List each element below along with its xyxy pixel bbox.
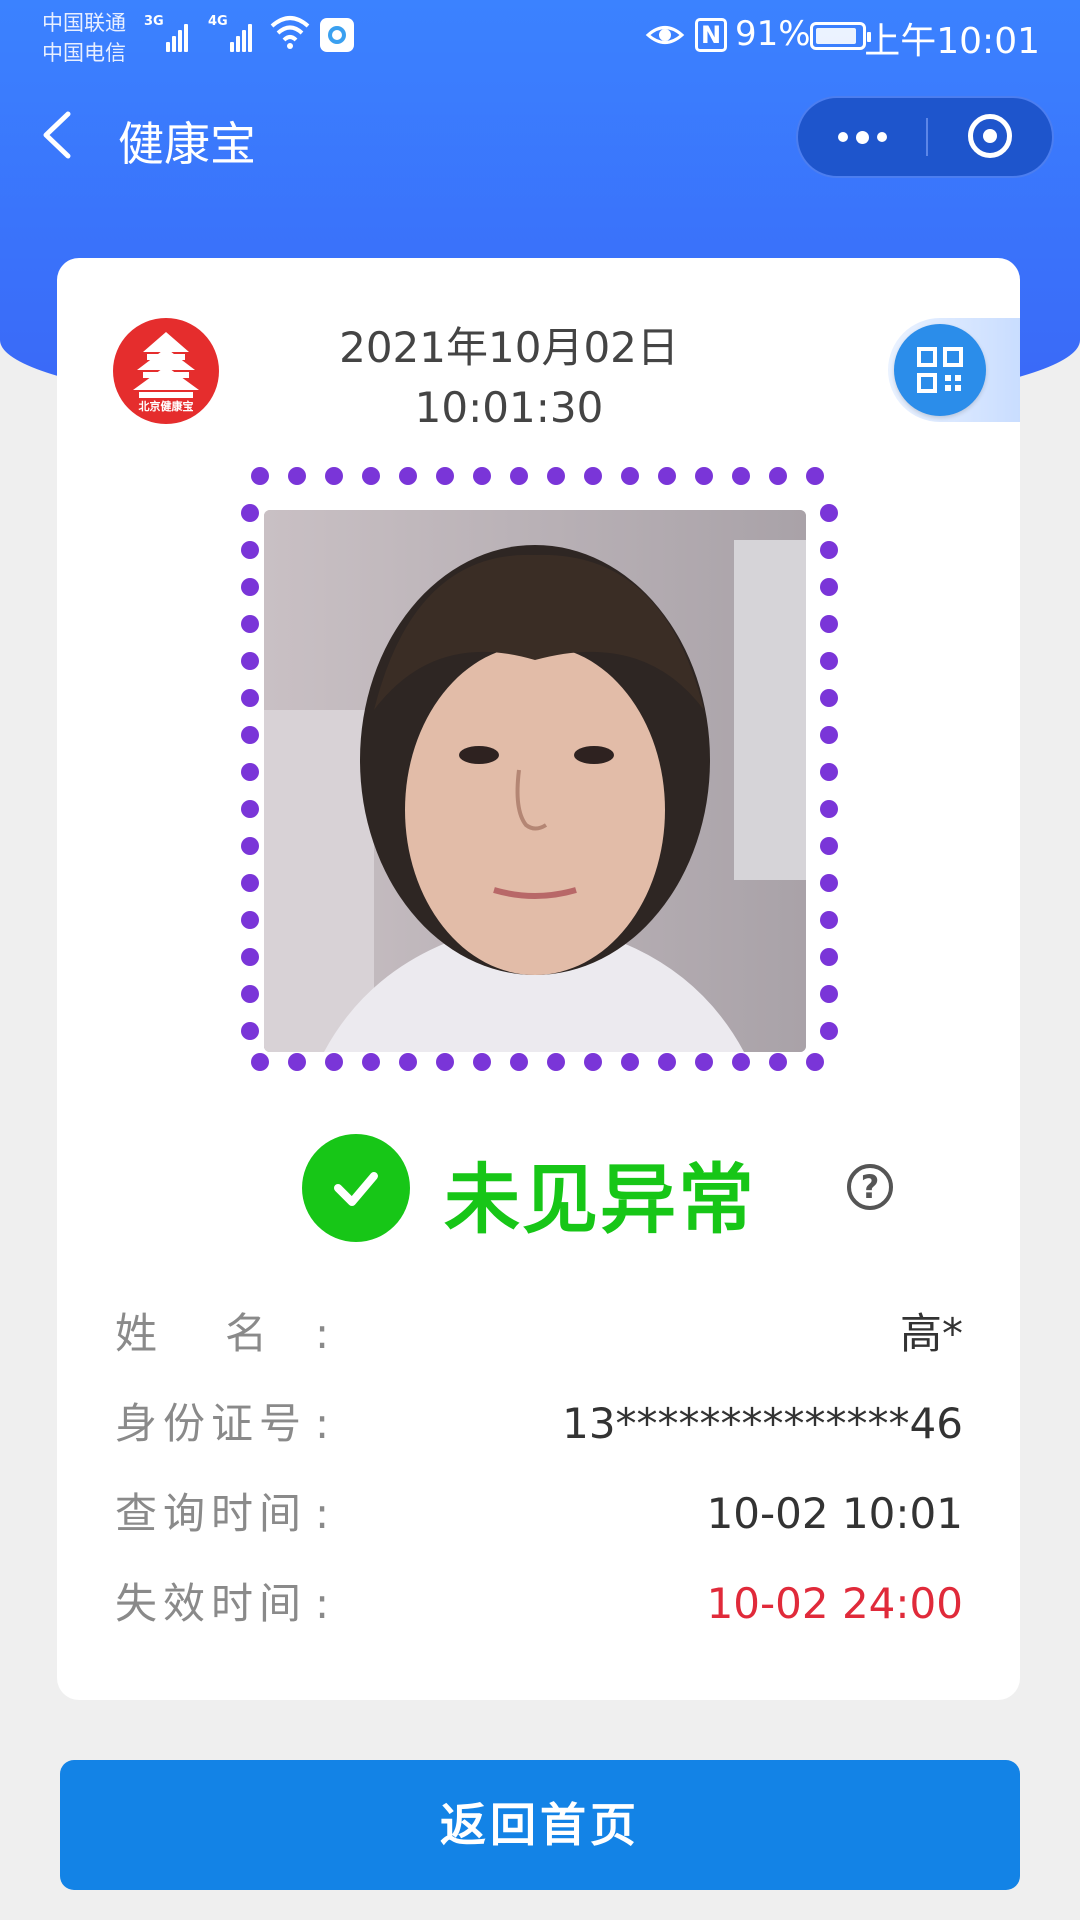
page-title: 健康宝 [118,117,256,171]
beijing-health-logo: 北京健康宝 [113,318,219,424]
field-colon: : [315,1489,330,1538]
field-value: 高* [899,1309,963,1358]
field-label: 失效时间 [115,1579,308,1628]
field-colon: : [315,1579,330,1628]
capsule-divider [926,118,928,156]
network-type-2: 4G [208,14,228,29]
app-notification-icon [320,18,354,52]
more-dots-icon[interactable] [798,98,926,176]
carrier-info: 中国联通 中国电信 [42,8,126,68]
field-label: 查询时间 [115,1489,308,1538]
qr-code-tab[interactable] [888,318,1020,422]
target-close-icon[interactable] [968,114,1012,158]
signal-icon: 4G [208,14,254,52]
field-colon: : [315,1309,330,1358]
network-type-1: 3G [144,14,164,29]
battery-icon [810,22,871,50]
field-value: 10-02 10:01 [706,1489,963,1538]
help-icon[interactable]: ? [847,1164,893,1210]
info-row-id: 身份证号 : 13**************46 [115,1394,963,1454]
query-date: 2021年10月02日 [339,323,679,372]
field-label: 身份证号 [115,1399,308,1448]
field-value: 13**************46 [562,1399,963,1448]
logo-text: 北京健康宝 [138,400,194,413]
clock: 上午10:01 [864,21,1040,62]
wifi-icon [270,16,310,49]
info-row-name: 姓名 : 高* [115,1304,963,1364]
field-colon: : [315,1399,330,1448]
info-row-expiry-time: 失效时间 : 10-02 24:00 [115,1574,963,1634]
health-status: 未见异常 ? [302,1134,902,1244]
query-time: 10:01:30 [414,383,604,432]
info-row-query-time: 查询时间 : 10-02 10:01 [115,1484,963,1544]
eye-comfort-icon [645,26,685,44]
qr-code-icon[interactable] [894,324,986,416]
status-bar: 中国联通 中国电信 3G 4G N 91% 上午10:01 [0,0,1080,80]
battery-percent: 91% [735,14,811,54]
signal-icon: 3G [144,14,190,52]
nfc-icon: N [695,18,727,52]
field-value: 10-02 24:00 [706,1579,963,1628]
user-face-photo [264,510,806,1052]
status-text: 未见异常 [444,1155,756,1244]
carrier-name-1: 中国联通 [42,11,126,35]
mini-program-capsule [796,96,1054,178]
check-circle-icon [302,1134,410,1242]
chevron-left-icon[interactable] [38,110,78,160]
return-home-button[interactable]: 返回首页 [60,1760,1020,1890]
field-label: 姓名 [115,1309,336,1358]
carrier-name-2: 中国电信 [42,41,126,65]
health-code-card: 北京健康宝 2021年10月02日 10:01:30 未见异常 ? 姓名: 高… [57,258,1020,1700]
